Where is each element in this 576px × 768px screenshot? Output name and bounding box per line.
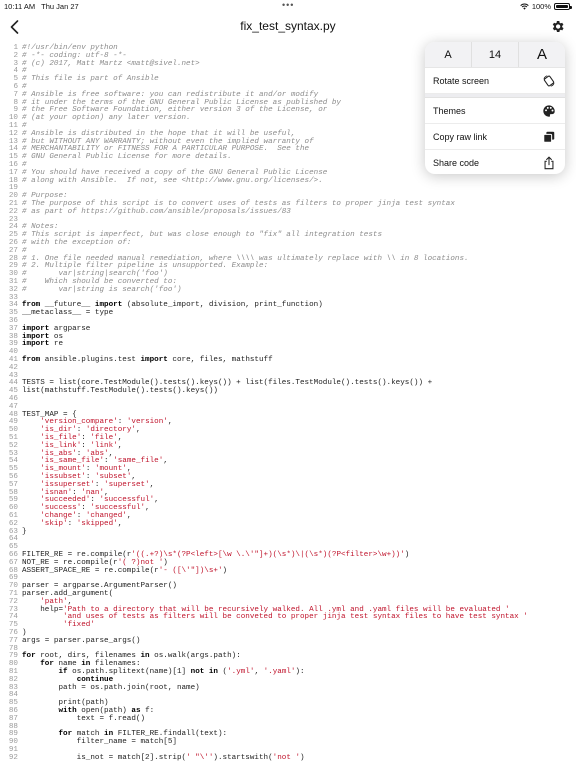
code-line: 18 # along with Ansible. If not, see <htt…: [0, 176, 576, 186]
font-size-row: A 14 A: [425, 42, 565, 68]
line-source: # along with Ansible. If not, see <http:…: [22, 176, 323, 185]
palette-icon: [542, 104, 556, 118]
page-title: fix_test_syntax.py: [240, 19, 336, 33]
line-number: 92: [8, 753, 18, 762]
code-line: 45 list(mathstuff.TestModule().tests().ke…: [0, 387, 576, 396]
code-line: 19: [0, 185, 576, 193]
code-line: 77 args = parser.parse_args(): [0, 636, 576, 646]
code-line: 32 # var|string is search('foo'): [0, 285, 576, 295]
copy-raw-link-label: Copy raw link: [433, 131, 488, 142]
status-time: 10:11 AM: [4, 2, 36, 11]
code-line: 92 is_not = match[2].strip(' "\'').start…: [0, 753, 576, 763]
line-source: 'and uses of tests as filters will be co…: [63, 613, 528, 622]
rotate-icon: [542, 74, 556, 88]
code-line: 37 import argparse: [0, 325, 576, 334]
rotate-screen-item[interactable]: Rotate screen: [425, 68, 565, 94]
line-source: # var|string is search('foo'): [22, 285, 182, 294]
line-source: # GNU General Public License for more de…: [22, 153, 232, 162]
line-source: filter_name = match[5]: [22, 738, 177, 747]
code-line: 64: [0, 536, 576, 544]
line-source: from ansible.plugins.test import core, f…: [22, 356, 273, 364]
status-left: 10:11 AM Thu Jan 27: [4, 2, 79, 11]
share-code-label: Share code: [433, 158, 480, 168]
code-line: 41 from ansible.plugins.test import core,…: [0, 356, 576, 365]
line-source: list(mathstuff.TestModule().tests().keys…: [22, 387, 218, 396]
gear-icon: [552, 20, 564, 32]
line-source: }: [22, 527, 27, 536]
line-source: 'skip': 'skipped',: [40, 519, 123, 528]
nav-bar: fix_test_syntax.py: [0, 12, 576, 42]
line-source: # (c) 2017, Matt Martz <matt@sivel.net>: [22, 59, 200, 68]
code-line: 46: [0, 395, 576, 404]
line-source: import re: [22, 340, 64, 349]
settings-button[interactable]: [547, 16, 567, 36]
multitasking-dots-icon[interactable]: •••: [282, 1, 294, 10]
line-source: # with the exception of:: [22, 239, 132, 247]
code-line: 22 # as part of https://github.com/ansibl…: [0, 207, 576, 217]
status-bar: 10:11 AM Thu Jan 27 ••• 100%: [0, 0, 576, 12]
share-code-item[interactable]: Share code: [425, 150, 565, 174]
code-line: 83 path = os.path.join(root, name): [0, 683, 576, 693]
code-line: 42: [0, 364, 576, 373]
code-line: 47: [0, 403, 576, 412]
code-line: 63}: [0, 527, 576, 537]
battery-percent: 100%: [531, 2, 551, 11]
increase-font-button[interactable]: A: [519, 42, 565, 67]
line-source: ASSERT_SPACE_RE = re.compile(r'- ([\'"])…: [22, 566, 228, 575]
line-source: text = f.read(): [22, 714, 146, 723]
code-line: 87 text = f.read(): [0, 714, 576, 724]
decrease-font-button[interactable]: A: [425, 42, 471, 67]
code-line: 68 ASSERT_SPACE_RE = re.compile(r'- ([\'"…: [0, 566, 576, 576]
themes-item[interactable]: Themes: [425, 98, 565, 124]
font-size-value: 14: [471, 42, 519, 67]
code-line: 26 # with the exception of:: [0, 239, 576, 248]
copy-icon: [542, 130, 556, 144]
line-source: # as part of https://github.com/ansible/…: [22, 207, 291, 216]
copy-raw-link-item[interactable]: Copy raw link: [425, 124, 565, 150]
code-line: 35 __metaclass__ = type: [0, 309, 576, 318]
share-icon: [542, 156, 556, 170]
rotate-screen-label: Rotate screen: [433, 75, 490, 86]
line-source: 'fixed': [63, 621, 95, 630]
wifi-icon: [520, 3, 529, 10]
settings-popover: A 14 A Rotate screen Themes Copy raw lin…: [425, 42, 565, 174]
line-source: # This file is part of Ansible: [22, 75, 159, 84]
code-line: 90 filter_name = match[5]: [0, 738, 576, 747]
code-line: 39 import re: [0, 340, 576, 349]
code-line: 75 'fixed': [0, 621, 576, 630]
line-source: path = os.path.join(root, name): [22, 683, 200, 692]
line-source: # (at your option) any later version.: [22, 114, 191, 123]
status-right: 100%: [520, 2, 572, 11]
battery-icon: [554, 3, 572, 10]
code-line: 23: [0, 216, 576, 225]
code-line: 62 'skip': 'skipped',: [0, 519, 576, 529]
status-date: Thu Jan 27: [41, 2, 79, 11]
code-line: 71 parser.add_argument(: [0, 590, 576, 599]
line-source: is_not = match[2].strip(' "\'').startswi…: [22, 753, 305, 762]
line-source: __metaclass__ = type: [22, 309, 114, 318]
code-line: 38 import os: [0, 333, 576, 342]
themes-label: Themes: [433, 105, 466, 116]
line-source: args = parser.parse_args(): [22, 636, 141, 645]
